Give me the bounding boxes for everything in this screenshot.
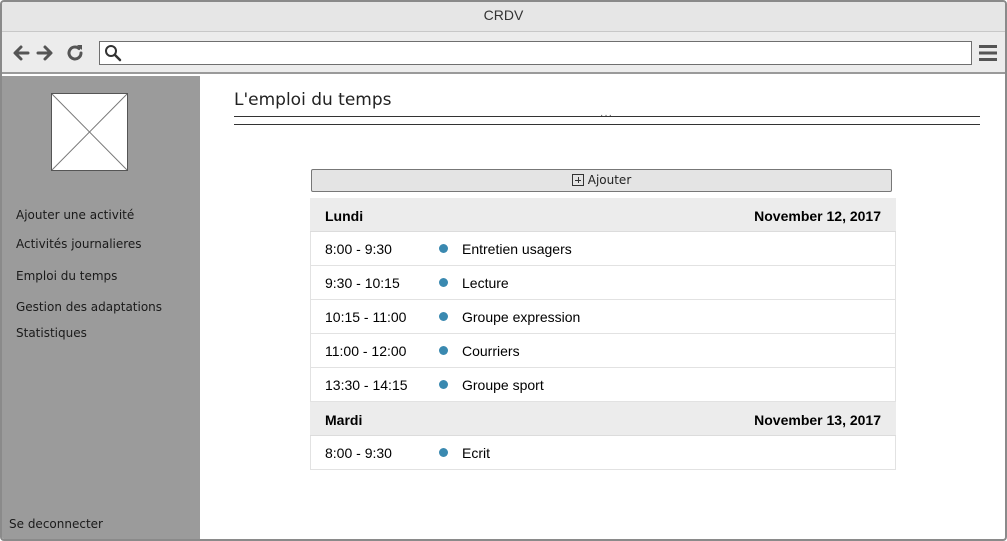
browser-toolbar — [2, 32, 1005, 74]
schedule-list: Lundi November 12, 2017 8:00 - 9:30 Entreti… — [310, 198, 896, 470]
logo-placeholder-image — [51, 93, 128, 171]
address-bar[interactable] — [99, 41, 972, 65]
day-date: November 12, 2017 — [754, 208, 881, 224]
activity-name: Ecrit — [462, 445, 490, 461]
window-title: CRDV — [2, 2, 1005, 32]
sidebar-item-add-activity[interactable]: Ajouter une activité — [16, 208, 134, 222]
day-name: Mardi — [325, 412, 363, 428]
time-slot: 11:00 - 12:00 — [325, 343, 407, 359]
schedule-row[interactable]: 13:30 - 14:15 Groupe sport — [310, 368, 896, 402]
sidebar-item-statistics[interactable]: Statistiques — [16, 326, 87, 340]
bullet-dot-icon — [439, 278, 448, 287]
sidebar-item-adaptations[interactable]: Gestion des adaptations — [16, 300, 162, 314]
sidebar-item-daily-activities[interactable]: Activités journalieres — [16, 237, 142, 251]
time-slot: 13:30 - 14:15 — [325, 377, 408, 393]
sidebar: Ajouter une activité Activités journalie… — [2, 76, 200, 539]
bullet-dot-icon — [439, 312, 448, 321]
time-slot: 10:15 - 11:00 — [325, 309, 407, 325]
activity-name: Groupe expression — [462, 309, 581, 325]
add-button[interactable]: Ajouter — [311, 169, 892, 192]
bullet-dot-icon — [439, 448, 448, 457]
time-slot: 9:30 - 10:15 — [325, 275, 400, 291]
url-input[interactable] — [126, 44, 966, 62]
collapse-handle-icon[interactable]: ··· — [600, 110, 613, 121]
activity-name: Entretien usagers — [462, 241, 572, 257]
title-divider-bottom — [234, 124, 980, 125]
day-header: Mardi November 13, 2017 — [310, 402, 896, 436]
logout-link[interactable]: Se deconnecter — [9, 517, 103, 531]
main-content: L'emploi du temps ··· Ajouter Lundi Novem… — [200, 76, 1005, 539]
search-icon — [104, 44, 122, 62]
day-date: November 13, 2017 — [754, 412, 881, 428]
browser-window: CRDV Ajouter une activité Activités jour… — [0, 0, 1007, 541]
day-header: Lundi November 12, 2017 — [310, 198, 896, 232]
add-button-label: Ajouter — [587, 173, 632, 187]
reload-icon[interactable] — [64, 42, 86, 64]
schedule-row[interactable]: 10:15 - 11:00 Groupe expression — [310, 300, 896, 334]
time-slot: 8:00 - 9:30 — [325, 445, 392, 461]
schedule-row[interactable]: 9:30 - 10:15 Lecture — [310, 266, 896, 300]
day-name: Lundi — [325, 208, 364, 224]
schedule-row[interactable]: 8:00 - 9:30 Entretien usagers — [310, 232, 896, 266]
back-arrow-icon[interactable] — [10, 42, 32, 64]
activity-name: Lecture — [462, 275, 509, 291]
bullet-dot-icon — [439, 380, 448, 389]
hamburger-menu-icon[interactable] — [978, 43, 998, 63]
activity-name: Courriers — [462, 343, 520, 359]
sidebar-item-timetable[interactable]: Emploi du temps — [16, 269, 117, 283]
page-title: L'emploi du temps — [234, 90, 392, 110]
schedule-row[interactable]: 8:00 - 9:30 Ecrit — [310, 436, 896, 470]
schedule-row[interactable]: 11:00 - 12:00 Courriers — [310, 334, 896, 368]
activity-name: Groupe sport — [462, 377, 544, 393]
bullet-dot-icon — [439, 346, 448, 355]
plus-square-icon — [571, 174, 584, 186]
time-slot: 8:00 - 9:30 — [325, 241, 392, 257]
forward-arrow-icon[interactable] — [34, 42, 56, 64]
bullet-dot-icon — [439, 244, 448, 253]
